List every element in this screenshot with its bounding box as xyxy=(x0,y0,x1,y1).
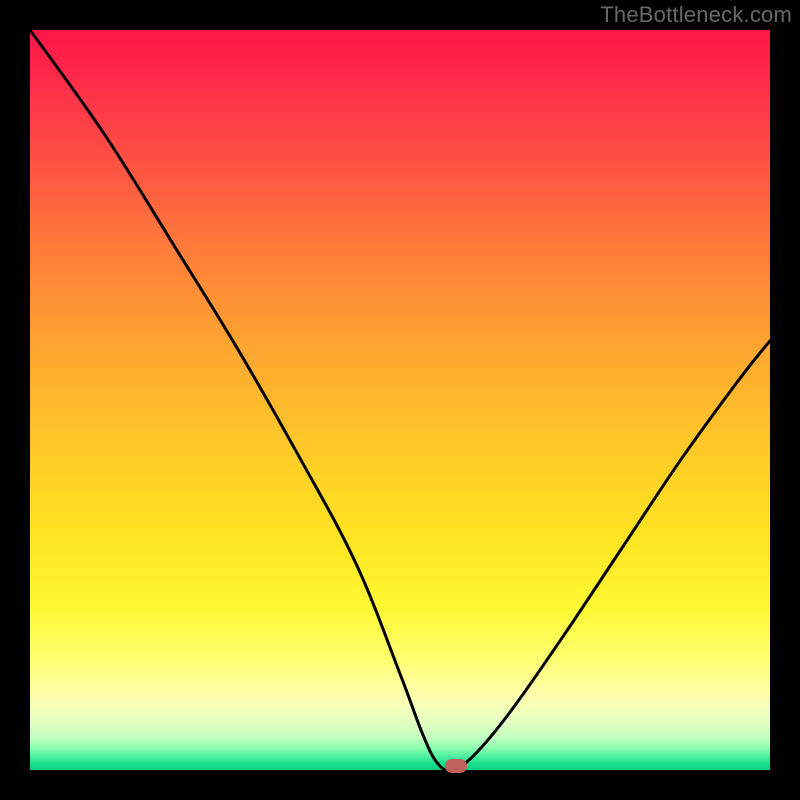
plot-area xyxy=(30,30,770,770)
watermark-text: TheBottleneck.com xyxy=(600,2,792,28)
bottleneck-curve xyxy=(30,30,770,770)
chart-container: TheBottleneck.com xyxy=(0,0,800,800)
optimum-marker xyxy=(445,759,467,773)
